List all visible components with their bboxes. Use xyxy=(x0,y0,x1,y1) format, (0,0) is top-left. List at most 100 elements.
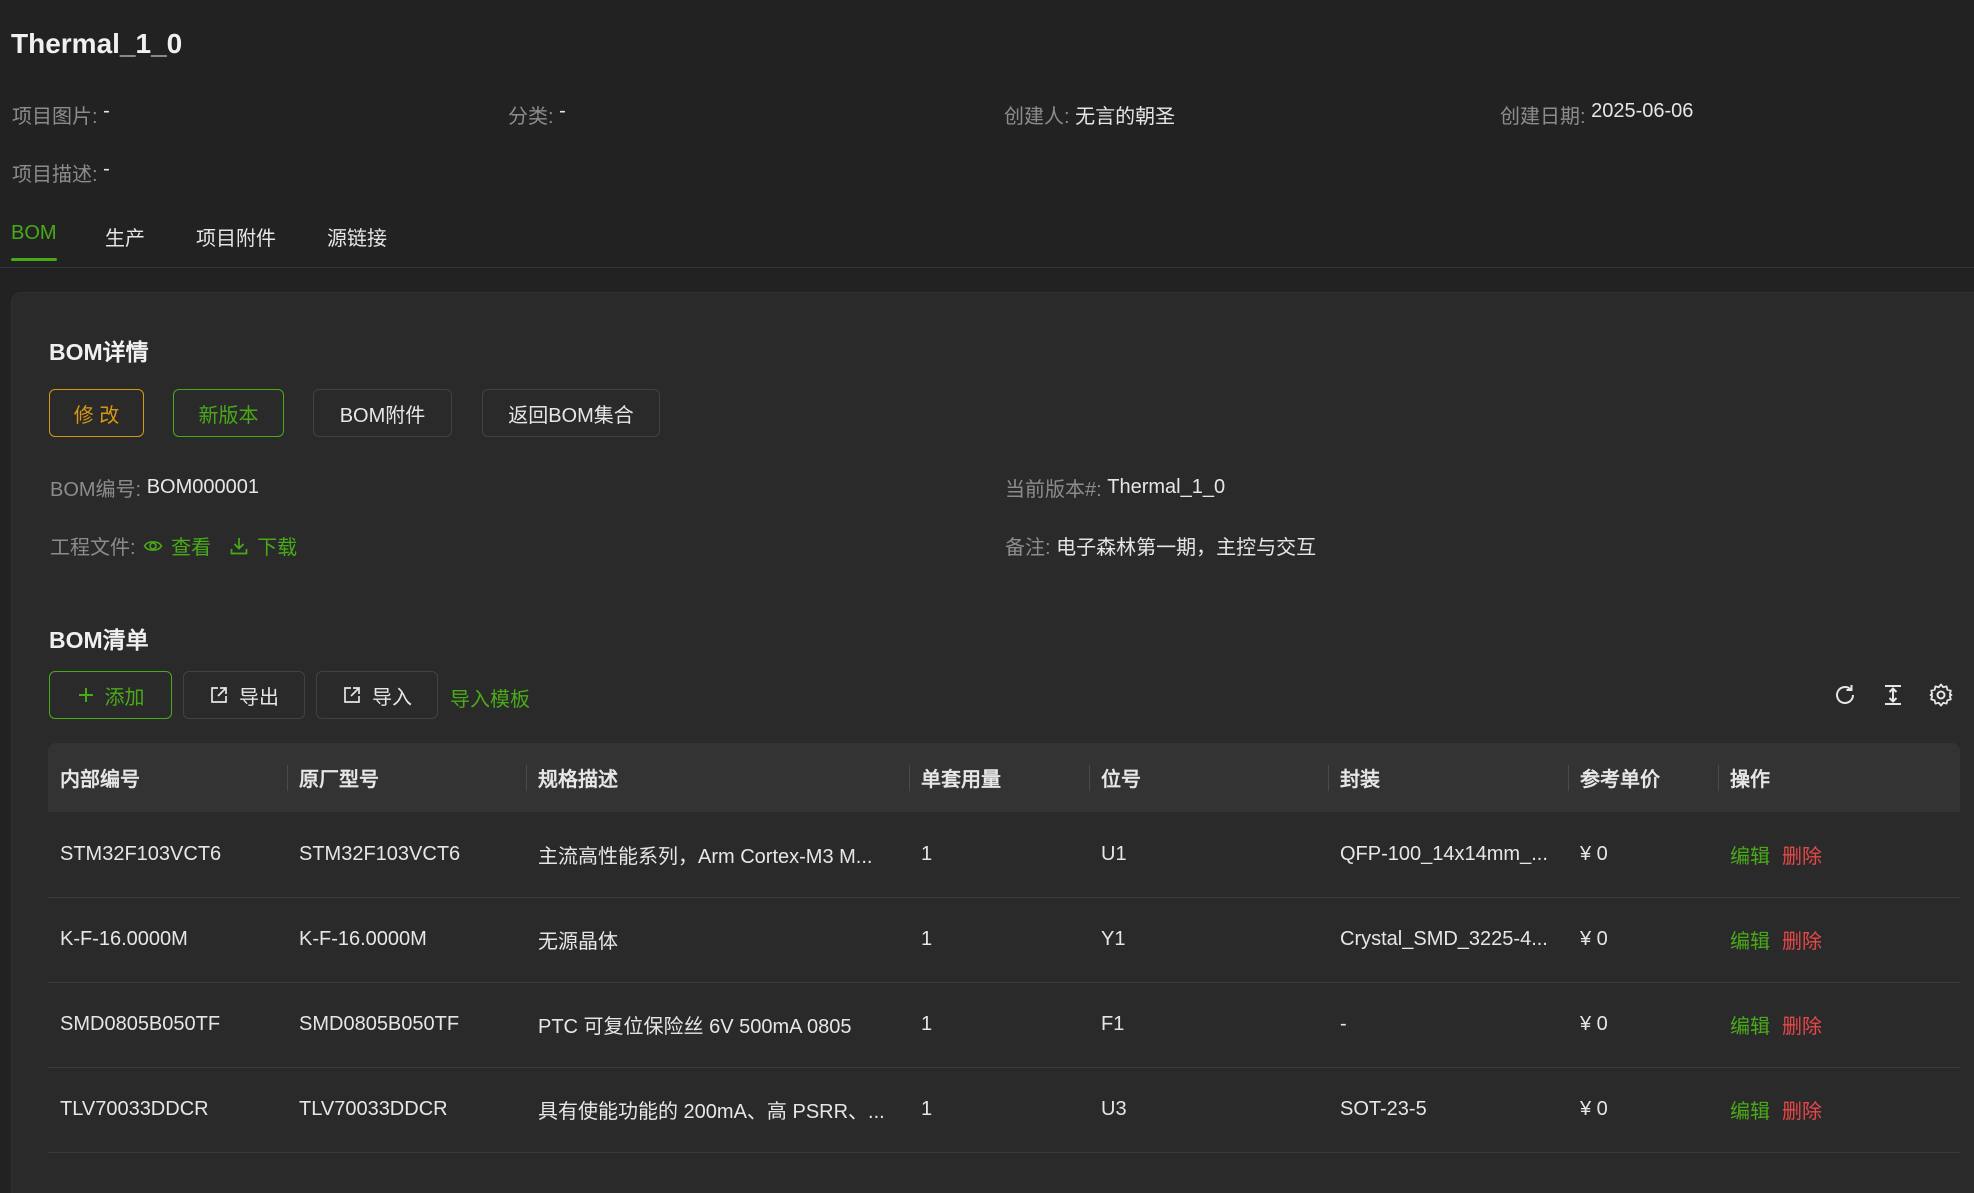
row-edit-link[interactable]: 编辑 xyxy=(1730,1101,1770,1123)
import-template-link[interactable]: 导入模板 xyxy=(450,683,530,712)
remark: 备注: 电子森林第一期，主控与交互 xyxy=(1005,531,1316,560)
row-delete-link[interactable]: 删除 xyxy=(1782,1016,1822,1038)
new-version-button[interactable]: 新版本 xyxy=(173,389,284,437)
refresh-icon[interactable] xyxy=(1831,681,1859,709)
cell-ref: Y1 xyxy=(1089,897,1328,983)
row-delete-link[interactable]: 删除 xyxy=(1782,846,1822,868)
cell-qty: 1 xyxy=(909,897,1089,983)
cell-model: K-F-16.0000M xyxy=(287,897,526,983)
cell-ref: U1 xyxy=(1089,812,1328,898)
meta-label: 项目描述: xyxy=(12,164,98,186)
internal-code-link[interactable]: STM32F103VCT6 xyxy=(48,812,287,898)
cell-package: Crystal_SMD_3225-4... xyxy=(1328,897,1568,983)
project-meta-row: 项目图片: - 分类: - 创建人: 无言的朝圣 创建日期: 2025-06-0… xyxy=(12,100,1693,129)
meta-project-image: 项目图片: - xyxy=(12,100,508,129)
cell-model: SMD0805B050TF xyxy=(287,982,526,1068)
bom-number-value: BOM000001 xyxy=(146,476,259,498)
edit-button[interactable]: 修 改 xyxy=(49,389,144,437)
cell-ref: U3 xyxy=(1089,1067,1328,1153)
cell-qty: 1 xyxy=(909,812,1089,898)
remark-value: 电子森林第一期，主控与交互 xyxy=(1056,537,1317,559)
cell-actions: 编辑 删除 xyxy=(1718,1067,1960,1153)
meta-label: 创建人: xyxy=(1004,106,1070,128)
column-header[interactable]: 参考单价 xyxy=(1568,743,1718,812)
cell-model: STM32F103VCT6 xyxy=(287,812,526,898)
view-file-label: 查看 xyxy=(171,537,212,559)
row-delete-link[interactable]: 删除 xyxy=(1782,931,1822,953)
cell-price: ¥ 0 xyxy=(1568,812,1718,898)
current-version-value: Thermal_1_0 xyxy=(1107,476,1226,498)
import-icon xyxy=(342,685,362,705)
download-file-link[interactable]: 下载 xyxy=(229,531,297,560)
column-header[interactable]: 位号 xyxy=(1089,743,1328,812)
column-header[interactable]: 内部编号 xyxy=(48,743,287,812)
import-label: 导入 xyxy=(372,686,412,709)
cell-qty: 1 xyxy=(909,982,1089,1068)
meta-value: - xyxy=(103,100,110,122)
tab-production[interactable]: 生产 xyxy=(105,222,145,265)
meta-creator: 创建人: 无言的朝圣 xyxy=(1004,100,1500,129)
column-header[interactable]: 封装 xyxy=(1328,743,1568,812)
meta-create-date: 创建日期: 2025-06-06 xyxy=(1500,100,1693,129)
cell-qty: 1 xyxy=(909,1067,1089,1153)
column-header[interactable]: 单套用量 xyxy=(909,743,1089,812)
cell-desc: 无源晶体 xyxy=(526,897,909,983)
export-icon xyxy=(209,685,229,705)
meta-label: 创建日期: xyxy=(1500,106,1586,128)
internal-code-link[interactable]: K-F-16.0000M xyxy=(48,897,287,983)
row-edit-link[interactable]: 编辑 xyxy=(1730,931,1770,953)
row-edit-link[interactable]: 编辑 xyxy=(1730,1016,1770,1038)
eye-icon xyxy=(143,540,163,551)
cell-package: QFP-100_14x14mm_... xyxy=(1328,812,1568,898)
current-version-label: 当前版本#: xyxy=(1005,479,1102,501)
back-to-bom-set-button[interactable]: 返回BOM集合 xyxy=(482,389,660,437)
column-header[interactable]: 原厂型号 xyxy=(287,743,526,812)
meta-value: - xyxy=(559,100,566,122)
meta-value: 2025-06-06 xyxy=(1591,100,1694,122)
cell-package: SOT-23-5 xyxy=(1328,1067,1568,1153)
bom-number: BOM编号: BOM000001 xyxy=(50,473,259,502)
tab-source-links[interactable]: 源链接 xyxy=(327,222,387,265)
cell-actions: 编辑 删除 xyxy=(1718,897,1960,983)
bom-table: 内部编号 原厂型号 规格描述 单套用量 位号 封装 参考单价 操作 STM32F… xyxy=(48,743,1960,1153)
export-label: 导出 xyxy=(239,686,279,709)
table-row: TLV70033DDCR TLV70033DDCR 具有使能功能的 200mA、… xyxy=(48,1067,1960,1153)
project-file: 工程文件: 查看 下载 xyxy=(50,531,297,560)
meta-label: 项目图片: xyxy=(12,106,98,128)
table-header-row: 内部编号 原厂型号 规格描述 单套用量 位号 封装 参考单价 操作 xyxy=(48,743,1960,812)
view-file-link[interactable]: 查看 xyxy=(143,531,211,560)
meta-value: 无言的朝圣 xyxy=(1075,106,1176,128)
bom-attachments-button[interactable]: BOM附件 xyxy=(313,389,452,437)
download-file-label: 下载 xyxy=(257,537,298,559)
tab-project-attachments[interactable]: 项目附件 xyxy=(196,222,276,265)
page-title: Thermal_1_0 xyxy=(11,28,183,59)
table-row: STM32F103VCT6 STM32F103VCT6 主流高性能系列，Arm … xyxy=(48,812,1960,898)
tab-bom[interactable]: BOM xyxy=(11,222,57,261)
internal-code-link[interactable]: TLV70033DDCR xyxy=(48,1067,287,1153)
remark-label: 备注: xyxy=(1005,537,1051,559)
export-button[interactable]: 导出 xyxy=(183,671,305,719)
column-header[interactable]: 操作 xyxy=(1718,743,1960,812)
cell-price: ¥ 0 xyxy=(1568,897,1718,983)
cell-price: ¥ 0 xyxy=(1568,1067,1718,1153)
cell-model: TLV70033DDCR xyxy=(287,1067,526,1153)
row-edit-link[interactable]: 编辑 xyxy=(1730,846,1770,868)
cell-price: ¥ 0 xyxy=(1568,982,1718,1068)
add-button[interactable]: 添加 xyxy=(49,671,172,719)
download-icon xyxy=(230,537,248,554)
meta-label: 分类: xyxy=(508,106,554,128)
setting-icon[interactable] xyxy=(1927,681,1955,709)
current-version: 当前版本#: Thermal_1_0 xyxy=(1005,473,1225,502)
meta-category: 分类: - xyxy=(508,100,1004,129)
table-row: SMD0805B050TF SMD0805B050TF PTC 可复位保险丝 6… xyxy=(48,982,1960,1068)
import-button[interactable]: 导入 xyxy=(316,671,438,719)
row-delete-link[interactable]: 删除 xyxy=(1782,1101,1822,1123)
column-header[interactable]: 规格描述 xyxy=(526,743,909,812)
project-file-label: 工程文件: xyxy=(50,537,136,559)
add-label: 添加 xyxy=(104,686,145,709)
cell-desc: PTC 可复位保险丝 6V 500mA 0805 xyxy=(526,982,909,1068)
column-height-icon[interactable] xyxy=(1879,681,1907,709)
cell-package: - xyxy=(1328,982,1568,1068)
internal-code-link[interactable]: SMD0805B050TF xyxy=(48,982,287,1068)
cell-actions: 编辑 删除 xyxy=(1718,812,1960,898)
